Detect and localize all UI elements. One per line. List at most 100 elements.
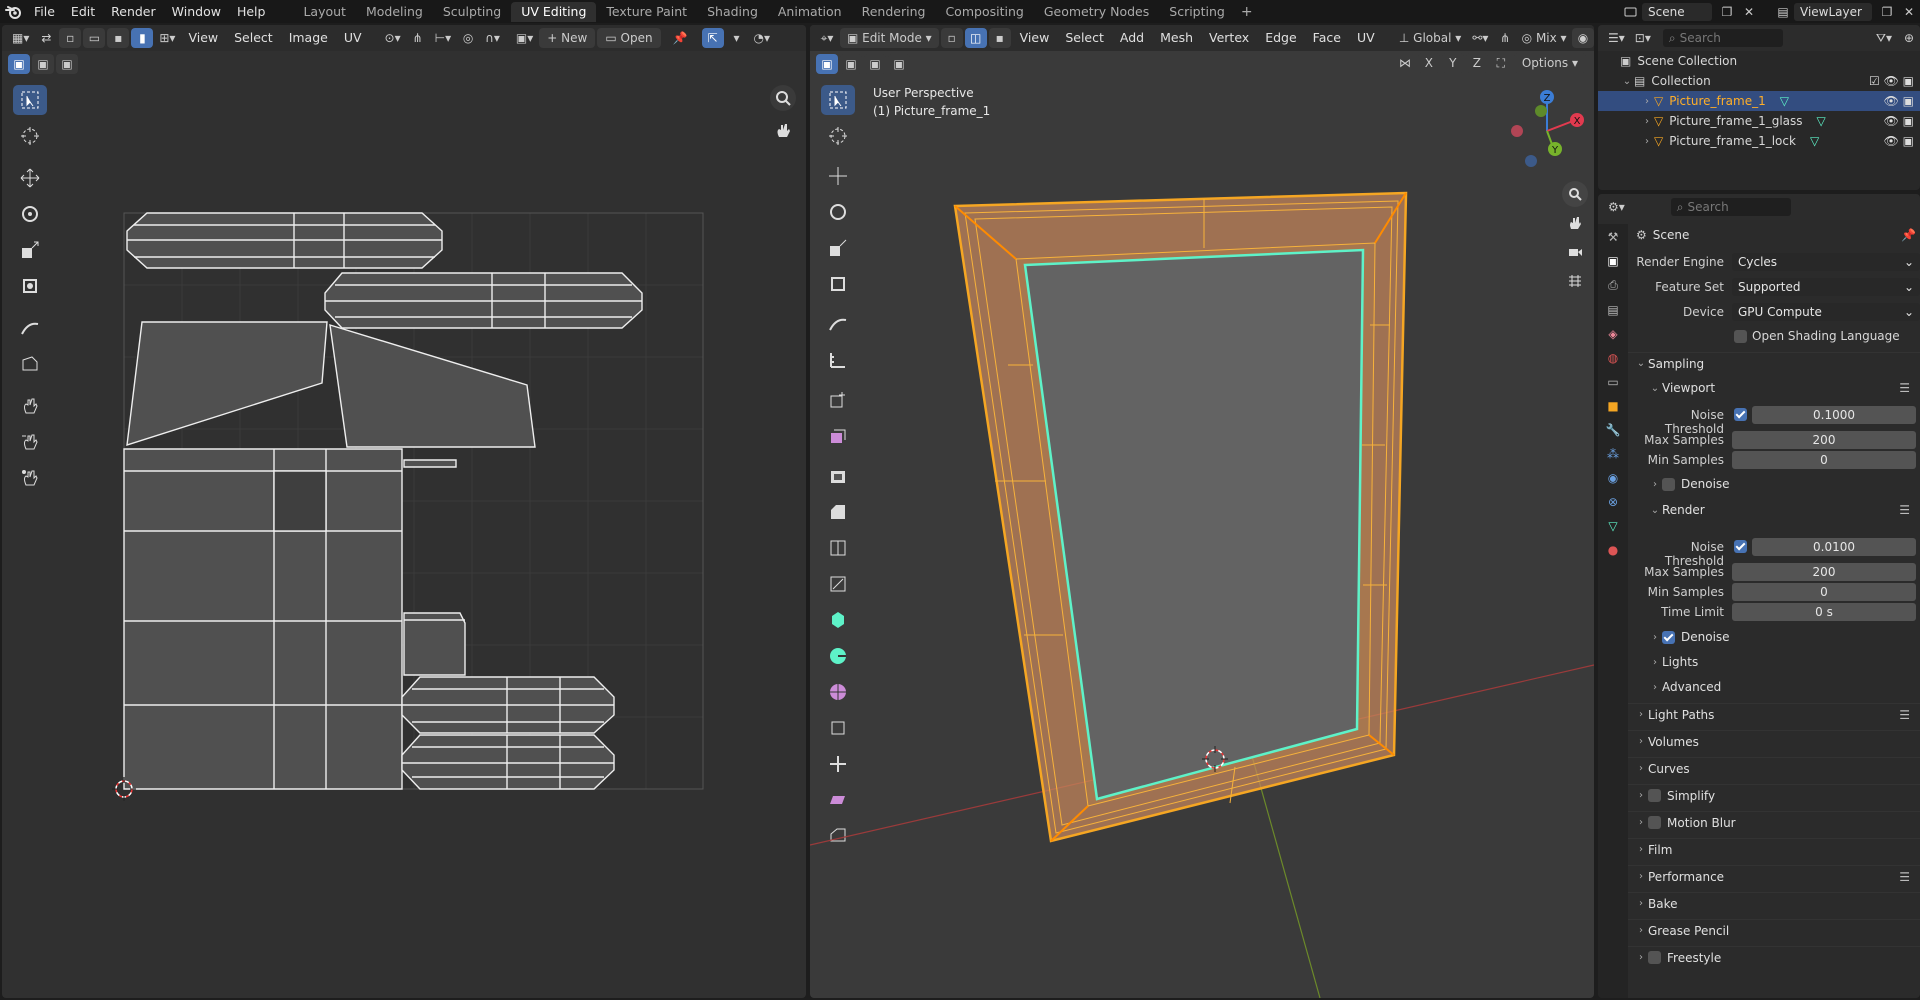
add-cube-tool-icon[interactable] (821, 385, 855, 415)
properties-area[interactable]: ⚙▾ ⌕ Search ⚒ ▣ ⎙ ▤ ◈ ◍ ▭ ■ 🔧 ⁂ ◉ ⊗ ▽ ● … (1598, 194, 1920, 998)
menu-render[interactable]: Render (103, 0, 164, 23)
visibility-toggle[interactable]: 👁 ▣ (1884, 94, 1914, 108)
blender-logo-icon[interactable] (0, 0, 26, 23)
render-denoise-subpanel[interactable]: › Denoise (1628, 626, 1920, 648)
render-engine-dropdown[interactable]: Cycles ⌄ (1732, 253, 1920, 271)
uv-vertex-select-icon[interactable]: ▫ (59, 28, 82, 48)
options-dropdown[interactable]: Options ▾ (1513, 53, 1586, 73)
performance-panel[interactable]: › Performance ☰ (1628, 865, 1920, 887)
performance-presets-icon[interactable]: ☰ (1899, 870, 1910, 884)
proportional-edit-toggle-icon[interactable]: ◉ (1572, 28, 1594, 48)
measure-tool-icon[interactable] (821, 345, 855, 375)
tab-shading[interactable]: Shading (697, 2, 768, 22)
feature-set-dropdown[interactable]: Supported ⌄ (1732, 278, 1920, 296)
mirror-y-toggle[interactable]: Y (1441, 53, 1464, 73)
viewport-menu-add[interactable]: Add (1113, 28, 1151, 48)
viewport-max-samples-field[interactable]: 200 (1732, 431, 1916, 449)
properties-editor-type-icon[interactable]: ⚙▾ (1604, 197, 1629, 217)
viewport-min-samples-field[interactable]: 0 (1732, 451, 1916, 469)
viewport-menu-face[interactable]: Face (1306, 28, 1348, 48)
auto-merge-icon[interactable]: ⛶ (1490, 53, 1512, 73)
uv-menu-select[interactable]: Select (227, 28, 280, 48)
menu-file[interactable]: File (26, 0, 63, 23)
display-mode-icon[interactable]: ⊡▾ (1631, 28, 1655, 48)
particles-tab-icon[interactable]: ⁂ (1607, 447, 1619, 461)
face-select-mode-icon[interactable]: ▪ (988, 28, 1011, 48)
scene-icon[interactable] (1620, 2, 1642, 22)
mirror-z-toggle[interactable]: Z (1465, 53, 1488, 73)
view-layer-field[interactable]: ViewLayer (1794, 2, 1872, 21)
viewport-menu-edge[interactable]: Edge (1258, 28, 1303, 48)
constraints-tab-icon[interactable]: ⊗ (1608, 495, 1618, 509)
tab-sculpting[interactable]: Sculpting (433, 2, 511, 22)
inset-tool-icon[interactable] (821, 461, 855, 491)
vertex-select-mode-icon[interactable]: ▫ (940, 28, 963, 48)
ortho-toggle-icon[interactable] (1562, 268, 1588, 294)
image-browse-icon[interactable]: ▣▾ (512, 28, 537, 48)
tab-compositing[interactable]: Compositing (935, 2, 1033, 22)
viewport-annotate-tool-icon[interactable] (821, 309, 855, 339)
mirror-icon[interactable]: ⋈ (1394, 53, 1416, 73)
new-image-button[interactable]: + New (539, 28, 596, 48)
pan-hand-icon[interactable] (770, 117, 796, 143)
outliner-editor-type-icon[interactable]: ☰▾ (1604, 28, 1629, 48)
filter-icon[interactable]: ⛛▾ (1872, 28, 1896, 48)
viewport-menu-mesh[interactable]: Mesh (1153, 28, 1200, 48)
viewport-select-subtract-icon[interactable]: ▣ (864, 54, 886, 74)
device-dropdown[interactable]: GPU Compute ⌄ (1732, 303, 1920, 321)
render-tab-icon[interactable]: ▣ (1607, 254, 1618, 268)
data-tab-icon[interactable]: ▽ (1608, 519, 1617, 533)
lights-subpanel[interactable]: › Lights (1628, 651, 1920, 673)
uv-overlay-icon[interactable]: ◔▾ (750, 28, 775, 48)
uv-menu-image[interactable]: Image (282, 28, 335, 48)
output-tab-icon[interactable]: ⎙ (1608, 278, 1618, 293)
expand-icon[interactable]: › (1640, 116, 1654, 127)
viewport-rotate-tool-icon[interactable] (821, 197, 855, 227)
camera-view-icon[interactable] (1562, 239, 1588, 265)
expand-icon[interactable]: › (1640, 96, 1654, 107)
collection-tab-icon[interactable]: ▭ (1607, 375, 1618, 389)
render-denoise-checkbox[interactable] (1662, 630, 1675, 644)
advanced-subpanel[interactable]: › Advanced (1628, 676, 1920, 698)
delete-scene-icon[interactable]: ✕ (1738, 2, 1760, 22)
presets-icon[interactable]: ☰ (1899, 381, 1910, 395)
pin-context-icon[interactable]: 📌 (1901, 228, 1916, 242)
tab-uv-editing[interactable]: UV Editing (511, 1, 597, 22)
viewport-select-extend-icon[interactable]: ▣ (840, 54, 862, 74)
edge-slide-tool-icon[interactable] (821, 713, 855, 743)
gizmo-dropdown-icon[interactable]: ▾ (726, 28, 748, 48)
new-collection-icon[interactable]: ⊕ (1898, 28, 1920, 48)
simplify-checkbox[interactable] (1648, 789, 1661, 802)
modifier-tab-icon[interactable]: 🔧 (1606, 423, 1621, 437)
extrude-tool-icon[interactable] (821, 421, 855, 451)
uv-face-select-icon[interactable]: ▪ (107, 28, 130, 48)
navigation-gizmo[interactable]: Z X Y (1507, 87, 1587, 167)
gizmo-neg-y[interactable] (1525, 155, 1537, 167)
world-tab-icon[interactable]: ◍ (1608, 351, 1618, 365)
material-tab-icon[interactable]: ● (1608, 543, 1618, 557)
new-scene-icon[interactable]: ❐ (1716, 2, 1738, 22)
tab-rendering[interactable]: Rendering (852, 2, 936, 22)
viewport-menu-vertex[interactable]: Vertex (1202, 28, 1256, 48)
transform-orientation-dropdown[interactable]: ⊥ Global ▾ (1394, 28, 1467, 48)
outliner-item-picture-frame-1[interactable]: › ▽ Picture_frame_1 ▽ 👁 ▣ (1598, 91, 1920, 111)
gizmo-neg-x[interactable] (1511, 125, 1523, 137)
time-limit-field[interactable]: 0 s (1732, 603, 1916, 621)
sampling-panel-header[interactable]: ⌄ Sampling (1628, 352, 1920, 374)
tab-scripting[interactable]: Scripting (1159, 2, 1235, 22)
spin-tool-icon[interactable] (821, 641, 855, 671)
grease-pencil-panel[interactable]: › Grease Pencil (1628, 919, 1920, 941)
curves-panel[interactable]: › Curves (1628, 757, 1920, 779)
outliner-item-picture-frame-glass[interactable]: › ▽ Picture_frame_1_glass ▽ 👁 ▣ (1598, 111, 1920, 131)
open-image-button[interactable]: ▭ Open (597, 28, 661, 48)
uv-island-select-icon[interactable]: ▮ (131, 28, 154, 48)
scene-tab-icon[interactable]: ◈ (1608, 327, 1617, 341)
viewport-subpanel-header[interactable]: ⌄ Viewport ☰ (1628, 377, 1920, 399)
snap-target-icon[interactable]: ⊢▾ (431, 28, 455, 48)
knife-tool-icon[interactable] (821, 569, 855, 599)
viewport-zoom-icon[interactable] (1562, 181, 1588, 207)
light-paths-presets-icon[interactable]: ☰ (1899, 708, 1910, 722)
viewport-menu-view[interactable]: View (1013, 28, 1057, 48)
outliner-search-input[interactable]: ⌕ Search (1662, 29, 1783, 47)
edge-select-mode-icon[interactable]: ◫ (964, 28, 987, 48)
